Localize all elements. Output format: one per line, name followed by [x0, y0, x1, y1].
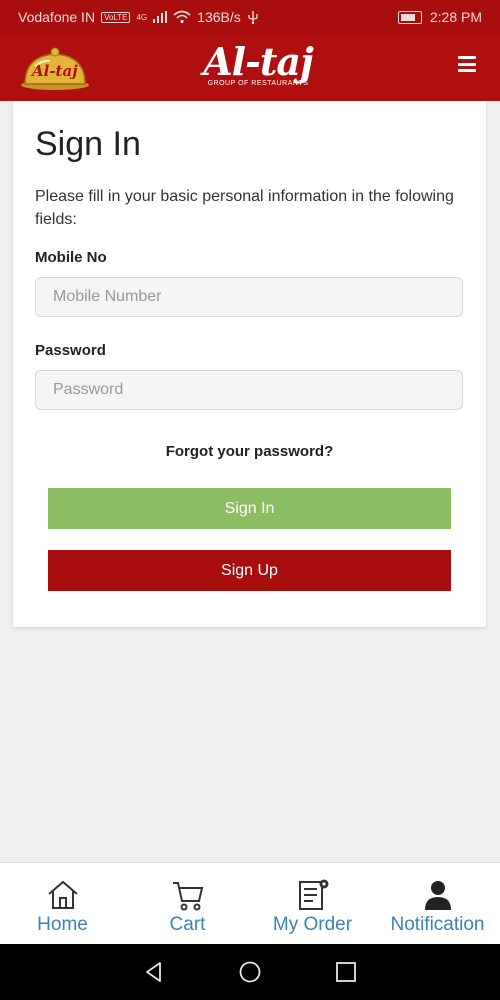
signal-icon [153, 11, 168, 23]
brand-subtitle: GROUP OF RESTAURANTS [207, 80, 309, 87]
wifi-icon [173, 10, 191, 24]
battery-icon [397, 10, 422, 24]
nav-item-my-order[interactable]: My Order [250, 863, 375, 945]
signin-card: Sign In Please fill in your basic person… [13, 101, 486, 627]
recents-square-icon[interactable] [334, 960, 358, 984]
intro-text: Please fill in your basic personal infor… [35, 188, 454, 228]
status-bar: Vodafone IN VoLTE 4G 136B/s 2:28 PM [0, 0, 500, 34]
nav-item-notification[interactable]: Notification [375, 863, 500, 945]
status-left: Vodafone IN VoLTE 4G 136B/s [18, 9, 259, 25]
mobile-number-input[interactable] [35, 277, 463, 317]
app-header: Al-taj Al-taj GROUP OF RESTAURANTS [0, 34, 500, 101]
forgot-password-link[interactable]: Forgot your password? [13, 443, 486, 460]
cart-icon [172, 882, 203, 911]
brand-logo[interactable]: Al-taj GROUP OF RESTAURANTS [188, 42, 328, 96]
status-right: 2:28 PM [397, 9, 482, 25]
page-title: Sign In [35, 125, 141, 163]
nav-item-cart[interactable]: Cart [125, 863, 250, 945]
usb-icon [248, 11, 258, 24]
data-speed: 136B/s [197, 9, 241, 25]
bottom-nav: Home Cart My Order Notification [0, 862, 500, 945]
home-icon [47, 880, 78, 909]
nav-label-home: Home [37, 914, 88, 935]
menu-bar [458, 62, 476, 66]
volte-badge: VoLTE [101, 11, 131, 23]
nav-label-cart: Cart [169, 914, 206, 935]
menu-bar [458, 56, 476, 59]
nav-label-my-order: My Order [272, 914, 353, 935]
user-icon [424, 881, 451, 910]
menu-bar [458, 69, 476, 72]
password-label: Password [35, 342, 106, 359]
clock: 2:28 PM [429, 9, 482, 25]
sign-up-button[interactable]: Sign Up [48, 550, 451, 591]
hamburger-menu-icon[interactable] [458, 56, 476, 72]
network-type: 4G [136, 12, 148, 22]
brand-name: Al-taj [203, 39, 314, 84]
password-input[interactable] [35, 370, 463, 410]
badge-text: Al-taj [32, 62, 78, 80]
mobile-label: Mobile No [35, 249, 107, 266]
system-nav-bar [0, 944, 500, 1000]
carrier-name: Vodafone IN [18, 9, 96, 25]
order-list-icon [298, 879, 328, 910]
nav-label-notification: Notification [390, 914, 485, 935]
cloche-logo-icon[interactable]: Al-taj [20, 44, 90, 92]
home-circle-icon[interactable] [238, 960, 262, 984]
back-icon[interactable] [142, 960, 166, 984]
nav-item-home[interactable]: Home [0, 863, 125, 945]
sign-in-button[interactable]: Sign In [48, 488, 451, 529]
